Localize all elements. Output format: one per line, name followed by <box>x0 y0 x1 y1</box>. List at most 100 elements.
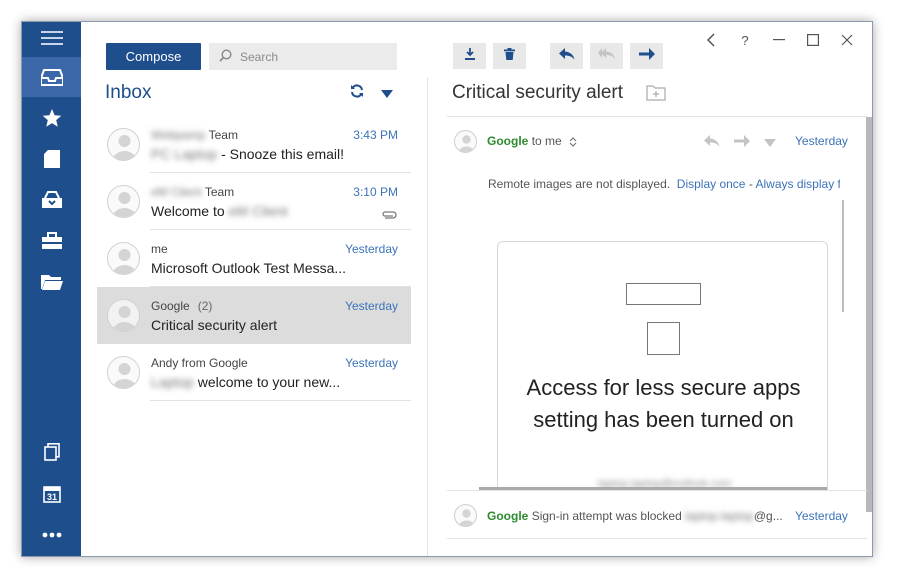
message-time: 3:43 PM <box>353 128 398 142</box>
subject-redacted: Laptop <box>151 374 194 390</box>
list-actions <box>350 84 393 103</box>
to-text: to me <box>531 134 562 148</box>
avatar <box>107 185 140 218</box>
message-sender: eM Client Team <box>151 185 234 199</box>
toolbox-icon[interactable] <box>22 221 81 261</box>
avatar <box>107 299 140 332</box>
list-item[interactable]: eM Client Team Welcome to eM Client 3:10… <box>97 173 411 230</box>
compose-button[interactable]: Compose <box>106 43 201 70</box>
forward-arrow-icon[interactable] <box>734 134 750 152</box>
refresh-icon[interactable] <box>350 84 364 103</box>
calendar-day-label: 31 <box>46 492 56 502</box>
document-icon[interactable] <box>22 139 81 179</box>
trash-icon <box>504 47 515 65</box>
folder-icon[interactable] <box>22 262 81 302</box>
pane-divider <box>427 77 428 556</box>
email-body: Access for less secure apps setting has … <box>497 241 828 491</box>
image-placeholder <box>647 322 680 355</box>
search-box <box>209 43 397 70</box>
message-time: 3:10 PM <box>353 185 398 199</box>
search-input[interactable] <box>240 49 380 64</box>
message-sender: Webpamp Team <box>151 128 238 142</box>
forward-button[interactable] <box>630 43 663 69</box>
sender-name: Google <box>151 299 190 313</box>
thread-email-suffix: @g... <box>753 509 783 523</box>
add-folder-icon[interactable] <box>646 85 666 106</box>
message-time: Yesterday <box>345 356 398 370</box>
message-date: Yesterday <box>795 134 848 148</box>
attachment-icon <box>381 206 397 224</box>
window-controls: ? <box>694 27 864 53</box>
expand-recipients-icon[interactable] <box>565 134 577 148</box>
message-subject: PC Laptop - Snooze this email! <box>151 146 344 162</box>
subject-text: - Snooze this email! <box>221 146 345 162</box>
subject-text: welcome to your new... <box>197 374 341 390</box>
reply-button[interactable] <box>550 43 583 69</box>
thread-message[interactable]: Google Sign-in attempt was blocked lapto… <box>487 509 783 523</box>
subject-redacted: eM Client <box>228 203 288 219</box>
inbox-icon[interactable] <box>22 57 81 97</box>
sender-redacted: Webpamp <box>151 128 206 142</box>
minimize-icon[interactable] <box>762 27 796 53</box>
more-icon[interactable] <box>22 515 81 555</box>
link-separator: - <box>748 177 753 191</box>
message-subject: Welcome to eM Client <box>151 203 288 219</box>
forward-arrow-icon <box>638 47 655 65</box>
avatar <box>107 128 140 161</box>
message-count: (2) <box>197 299 213 313</box>
reading-toolbar <box>453 43 663 69</box>
message-subject: Microsoft Outlook Test Messa... <box>151 260 347 276</box>
display-once-link[interactable]: Display once <box>677 177 746 191</box>
body-scrollbar[interactable] <box>842 200 844 312</box>
delete-button[interactable] <box>493 43 526 69</box>
avatar <box>107 356 140 389</box>
message-time: Yesterday <box>345 299 398 313</box>
reply-icon[interactable] <box>704 134 720 152</box>
copy-icon[interactable] <box>22 432 81 472</box>
thread-subject: Sign-in attempt was blocked <box>531 509 682 523</box>
star-icon[interactable] <box>22 98 81 138</box>
mail-window: 31 ? Compose Inbox <box>21 21 873 557</box>
reply-icon <box>558 47 575 65</box>
thread-redacted: laptop.laptop <box>685 509 754 523</box>
subject-redacted: PC Laptop <box>151 146 218 162</box>
avatar <box>454 130 477 153</box>
folder-title: Inbox <box>105 82 152 103</box>
list-item[interactable]: Webpamp Team PC Laptop - Snooze this ema… <box>97 116 411 173</box>
list-item[interactable]: me Microsoft Outlook Test Messa... Yeste… <box>97 230 411 287</box>
reply-all-button[interactable] <box>590 43 623 69</box>
message-time: Yesterday <box>345 242 398 256</box>
from-name: Google <box>487 509 529 523</box>
subject-text: Welcome to <box>151 203 225 219</box>
back-icon[interactable] <box>694 27 728 53</box>
reply-all-icon <box>597 47 616 65</box>
divider <box>447 116 867 117</box>
message-sender: me <box>151 242 168 256</box>
download-icon <box>464 47 476 65</box>
hamburger-menu-icon[interactable] <box>22 22 81 58</box>
divider <box>447 490 867 491</box>
remote-images-bar: Remote images are not displayed. Display… <box>488 177 840 191</box>
download-button[interactable] <box>453 43 486 69</box>
always-display-link[interactable]: Always display f <box>756 177 841 191</box>
archive-icon[interactable] <box>22 180 81 220</box>
pane-scrollbar[interactable] <box>866 117 872 512</box>
search-icon <box>219 48 232 65</box>
chevron-down-icon[interactable] <box>764 134 776 152</box>
avatar <box>454 504 477 527</box>
list-item[interactable]: Andy from Google Laptop welcome to your … <box>97 344 411 401</box>
calendar-icon[interactable]: 31 <box>22 474 81 514</box>
image-placeholder <box>626 283 701 305</box>
maximize-icon[interactable] <box>796 27 830 53</box>
message-actions <box>704 134 776 152</box>
divider <box>150 400 411 401</box>
from-name[interactable]: Google <box>487 134 528 148</box>
email-heading: Access for less secure apps setting has … <box>526 375 801 432</box>
message-subject: Laptop welcome to your new... <box>151 374 340 390</box>
message-list: Webpamp Team PC Laptop - Snooze this ema… <box>97 116 411 401</box>
list-item[interactable]: Google (2) Critical security alert Yester… <box>97 287 411 344</box>
sender-redacted: eM Client <box>151 185 202 199</box>
chevron-down-icon[interactable] <box>381 85 393 103</box>
close-icon[interactable] <box>830 27 864 53</box>
help-icon[interactable]: ? <box>728 27 762 53</box>
